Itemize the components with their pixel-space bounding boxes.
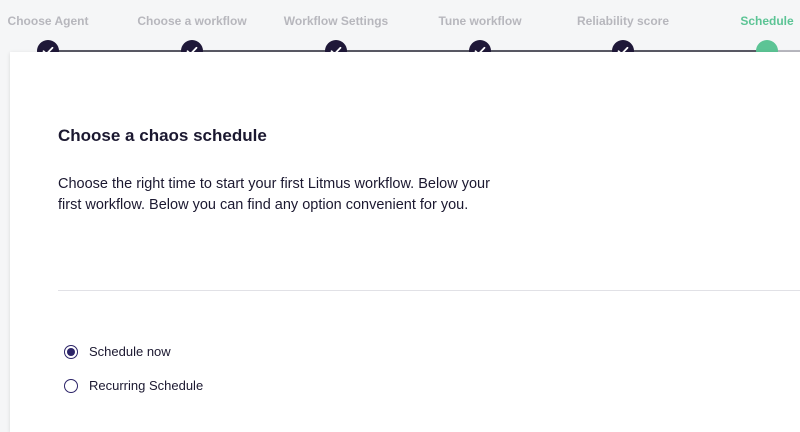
recurring-schedule-option[interactable]: Recurring Schedule [64,378,203,393]
step-label-choose-workflow: Choose a workflow [137,14,247,28]
step-label-workflow-settings: Workflow Settings [283,14,389,28]
schedule-now-radio[interactable] [64,344,78,359]
step-label-schedule: Schedule [740,14,794,28]
section-divider [58,290,800,291]
schedule-card: Choose a chaos schedule Choose the right… [10,52,800,432]
recurring-schedule-radio[interactable] [64,378,78,393]
schedule-now-option[interactable]: Schedule now [64,344,171,359]
schedule-now-label: Schedule now [89,344,171,359]
step-label-reliability-score: Reliability score [576,14,670,28]
recurring-schedule-label: Recurring Schedule [89,378,204,393]
step-label-choose-agent: Choose Agent [7,14,89,28]
step-label-tune-workflow: Tune workflow [438,14,522,28]
page-title: Choose a chaos schedule [58,126,267,145]
radio-selected-dot [67,347,75,356]
page-description: Choose the right time to start your firs… [58,176,490,213]
